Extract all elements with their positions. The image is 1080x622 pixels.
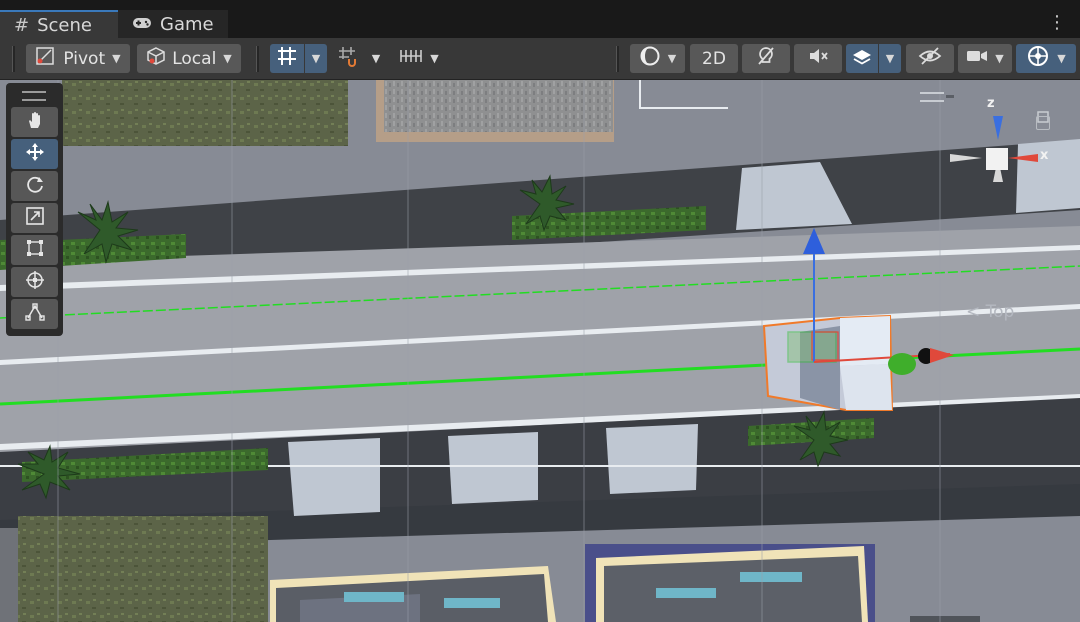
tab-scene-label: Scene: [37, 14, 92, 36]
increment-snap-dropdown[interactable]: ▼: [366, 44, 386, 73]
chevron-down-icon: ▼: [371, 52, 381, 65]
lightbulb-off-icon: [755, 45, 777, 72]
transform-tool-button[interactable]: [11, 267, 58, 297]
lighting-toggle[interactable]: [742, 44, 790, 73]
scene-toolbar: Pivot ▼ Local ▼ ▼ ▼ ▼ ▼ 2D ▼ ▼ ▼: [0, 38, 1080, 80]
camera-settings-dropdown[interactable]: ▼: [958, 44, 1012, 73]
cube-icon: [146, 46, 166, 71]
speaker-mute-icon: [807, 45, 829, 72]
lock-icon[interactable]: [1036, 116, 1050, 130]
scale-icon: [24, 205, 46, 231]
pivot-label: Pivot: [63, 48, 106, 69]
increment-snap-toggle[interactable]: [332, 44, 364, 73]
more-options-icon[interactable]: ⋮: [1048, 12, 1066, 34]
grid-snap-toggle[interactable]: [270, 44, 304, 73]
gizmo-axis-z-label: z: [987, 96, 995, 111]
gizmos-dropdown[interactable]: ▼: [1016, 44, 1076, 73]
view-label-text: Top: [985, 302, 1015, 322]
tool-palette-handle[interactable]: [22, 91, 46, 101]
transform-icon: [24, 269, 46, 295]
shading-sphere-icon: [639, 45, 661, 72]
pivot-icon: [35, 46, 55, 71]
ruler-grid-icon: [399, 46, 423, 71]
scale-tool-button[interactable]: [11, 203, 58, 233]
rect-tool-button[interactable]: [11, 235, 58, 265]
audio-toggle[interactable]: [794, 44, 842, 73]
chevron-down-icon: ▼: [430, 52, 439, 65]
mode-2d-toggle[interactable]: 2D: [690, 44, 738, 73]
pivot-dropdown[interactable]: Pivot ▼: [26, 44, 130, 73]
scene-visibility-toggle[interactable]: [906, 44, 954, 73]
hash-icon: #: [14, 14, 30, 36]
camera-icon: [966, 46, 988, 71]
rotate-icon: [24, 173, 46, 199]
mode-2d-label: 2D: [702, 48, 726, 69]
tab-bar: # Scene Game ⋮: [0, 0, 1080, 38]
toolbar-separator: [616, 46, 619, 72]
local-dropdown[interactable]: Local ▼: [137, 44, 241, 73]
view-label[interactable]: < Top: [966, 302, 1014, 322]
toolbar-grip: [12, 46, 15, 72]
custom-tool-button[interactable]: [11, 299, 58, 329]
grid-snap-icon: [276, 45, 298, 72]
gizmo-drag-handle[interactable]: [920, 92, 944, 102]
chevron-down-icon: ▼: [112, 52, 121, 65]
tab-game-label: Game: [160, 13, 214, 35]
chevron-down-icon: ▼: [311, 52, 321, 65]
effects-dropdown[interactable]: ▼: [879, 44, 901, 73]
scene-render: [0, 80, 1080, 622]
toolbar-separator: [256, 46, 259, 72]
move-tool-button[interactable]: [11, 139, 58, 169]
tab-scene[interactable]: # Scene: [0, 10, 118, 38]
chevron-down-icon: ▼: [885, 52, 895, 65]
grid-visibility-dropdown[interactable]: ▼: [392, 44, 446, 73]
chevron-left-icon: <: [966, 302, 981, 322]
shading-mode-dropdown[interactable]: ▼: [630, 44, 685, 73]
rotate-tool-button[interactable]: [11, 171, 58, 201]
selected-object[interactable]: [762, 314, 894, 411]
eye-hidden-icon: [918, 45, 942, 72]
chevron-down-icon: ▼: [223, 52, 232, 65]
gamepad-icon: [132, 14, 152, 35]
local-label: Local: [172, 48, 217, 69]
move-arrows-icon: [24, 141, 46, 167]
tab-game[interactable]: Game: [118, 10, 228, 38]
bezier-path-icon: [24, 301, 46, 327]
chevron-down-icon: ▼: [995, 52, 1004, 65]
chevron-down-icon: ▼: [1057, 52, 1066, 65]
hand-icon: [25, 110, 45, 134]
scene-viewport[interactable]: z x < Top: [0, 80, 1080, 622]
chevron-down-icon: ▼: [667, 52, 677, 65]
effects-toggle[interactable]: [846, 44, 878, 73]
rect-transform-icon: [24, 237, 46, 263]
magnet-grid-icon: [337, 45, 359, 72]
tool-palette: [6, 83, 63, 336]
gizmo-axis-x-label: x: [1040, 148, 1049, 163]
grid-snap-dropdown[interactable]: ▼: [305, 44, 327, 73]
gizmo-globe-icon: [1026, 44, 1050, 73]
layers-effects-icon: [851, 45, 873, 72]
orientation-gizmo[interactable]: z x: [936, 90, 1076, 250]
hand-tool-button[interactable]: [11, 107, 58, 137]
